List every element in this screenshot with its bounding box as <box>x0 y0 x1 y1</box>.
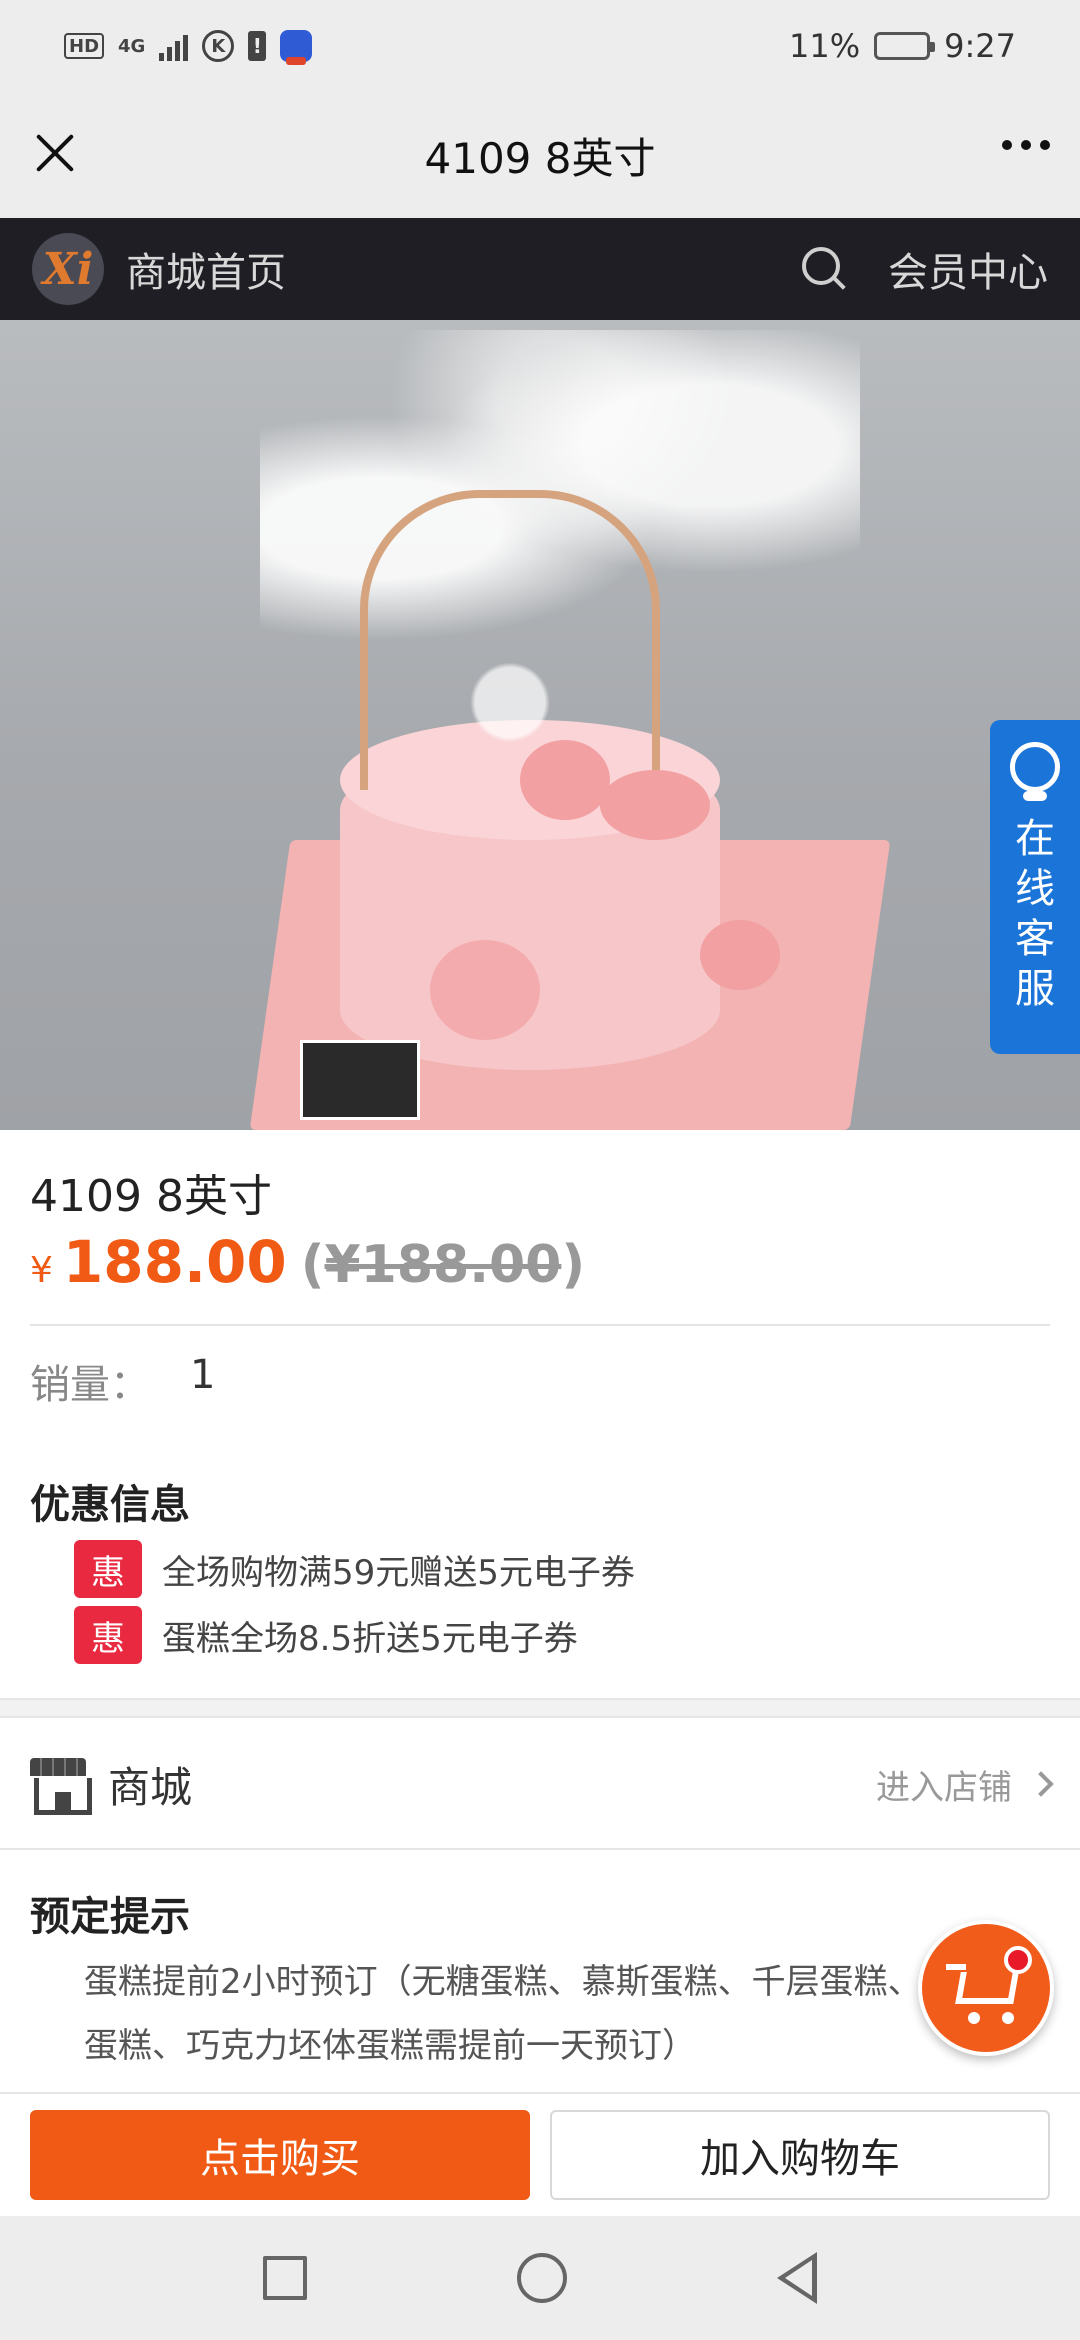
online-service-button[interactable]: 在线客服 <box>990 720 1080 1054</box>
floating-cart-button[interactable] <box>918 1920 1054 2056</box>
page-title: 4109 8英寸 <box>424 133 656 183</box>
product-image-carousel[interactable] <box>0 320 1080 1130</box>
cake-rose <box>600 770 710 840</box>
promo-badge: 惠 <box>74 1540 142 1598</box>
cart-icon-handle <box>946 1964 966 1970</box>
buy-now-button[interactable]: 点击购买 <box>30 2110 530 2200</box>
product-name: 4109 8英寸 <box>30 1171 272 1222</box>
clock: 9:27 <box>944 27 1016 65</box>
promotions-title: 优惠信息 <box>30 1482 190 1528</box>
original-price-value: ¥188.00 <box>324 1235 562 1295</box>
more-options-icon[interactable] <box>1002 140 1050 150</box>
back-icon[interactable] <box>777 2252 817 2304</box>
store-logo[interactable]: Xi <box>32 233 104 305</box>
network-type-icon: 4G <box>118 35 146 57</box>
original-price-open: ( <box>300 1235 325 1295</box>
k-app-icon: K <box>202 30 235 62</box>
current-price: 188.00 <box>62 1228 287 1296</box>
status-right: 11% 9:27 <box>789 27 1016 65</box>
member-center-link[interactable]: 会员中心 <box>888 240 1048 298</box>
close-icon[interactable] <box>32 130 78 176</box>
enter-shop-link[interactable]: 进入店铺 <box>876 1760 1054 1809</box>
signal-icon <box>159 31 189 61</box>
promo-badge: 惠 <box>74 1606 142 1664</box>
battery-percent: 11% <box>789 27 861 65</box>
system-nav-bar <box>0 2216 1080 2340</box>
original-price: (¥188.00) <box>301 1235 585 1295</box>
currency-symbol: ¥ <box>30 1250 53 1291</box>
divider <box>30 1324 1050 1326</box>
cake-rose <box>430 940 540 1040</box>
cart-icon <box>955 1972 1019 2004</box>
cake-brand-label <box>300 1040 420 1120</box>
price-row: ¥ 188.00 (¥188.00) <box>30 1228 585 1296</box>
add-to-cart-button[interactable]: 加入购物车 <box>550 2110 1050 2200</box>
shop-row[interactable]: 商城 进入店铺 <box>0 1720 1080 1850</box>
reservation-title: 预定提示 <box>30 1894 190 1940</box>
status-bar: HD 4G K ! 11% 9:27 <box>0 0 1080 92</box>
title-bar: 4109 8英寸 <box>0 92 1080 218</box>
promotion-item: 惠 蛋糕全场8.5折送5元电子券 <box>74 1606 578 1664</box>
sales-row: 销量： 1 <box>30 1352 215 1410</box>
enter-shop-label: 进入店铺 <box>876 1767 1012 1808</box>
cart-badge-dot <box>1004 1946 1032 1974</box>
cake-rose <box>700 920 780 990</box>
cart-icon-wheel <box>1002 2012 1014 2024</box>
action-bar: 点击购买 加入购物车 <box>0 2092 1080 2216</box>
promo-text: 全场购物满59元赠送5元电子券 <box>162 1552 635 1593</box>
shop-name: 商城 <box>108 1762 193 1812</box>
recent-apps-icon[interactable] <box>263 2256 307 2300</box>
promo-text: 蛋糕全场8.5折送5元电子券 <box>162 1618 578 1659</box>
headset-icon <box>1010 742 1060 801</box>
chevron-right-icon <box>1028 1771 1054 1797</box>
cake-crown <box>360 490 660 790</box>
promotion-item: 惠 全场购物满59元赠送5元电子券 <box>74 1540 635 1598</box>
store-icon <box>30 1758 92 1815</box>
sales-label: 销量： <box>30 1362 150 1408</box>
online-service-label: 在线客服 <box>1015 816 1055 1012</box>
store-header: Xi 商城首页 会员中心 <box>0 218 1080 320</box>
sales-value: 1 <box>190 1352 216 1398</box>
status-icons: HD 4G K ! <box>64 30 313 65</box>
home-icon[interactable] <box>517 2253 567 2303</box>
cart-icon-wheel <box>968 2012 980 2024</box>
hd-icon: HD <box>64 33 105 59</box>
store-home-link[interactable]: 商城首页 <box>126 240 286 298</box>
battery-icon <box>874 32 936 60</box>
cake-rose <box>520 740 610 820</box>
alert-icon: ! <box>248 31 267 61</box>
baidu-icon <box>280 30 313 65</box>
search-icon[interactable] <box>800 245 848 293</box>
section-divider <box>0 1698 1080 1718</box>
original-price-close: ) <box>561 1235 586 1295</box>
